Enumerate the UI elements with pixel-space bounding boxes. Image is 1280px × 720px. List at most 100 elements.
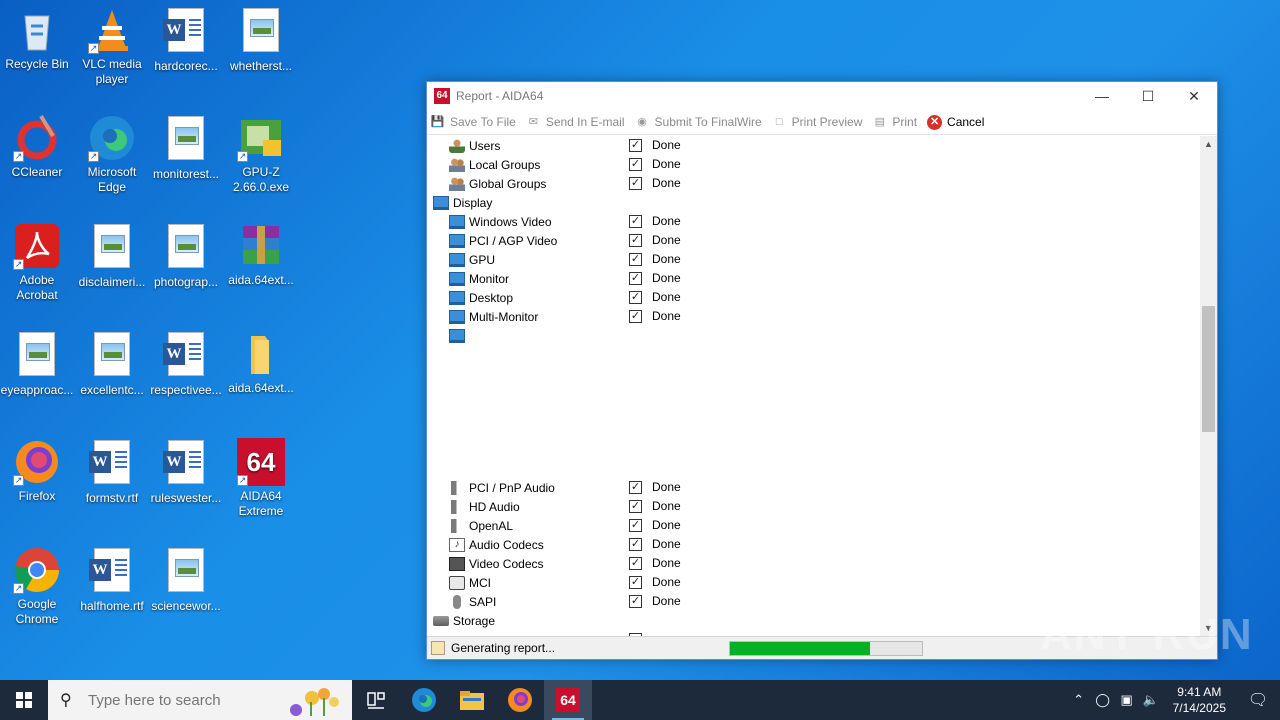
row-checkbox[interactable]: ✓: [629, 139, 642, 152]
report-row[interactable]: HD Audio ✓ Done: [427, 497, 1200, 516]
desktop-icon[interactable]: Recycle Bin: [0, 6, 74, 72]
scroll-thumb[interactable]: [1202, 306, 1215, 432]
report-row-label: SAPI: [469, 594, 497, 609]
row-checkbox[interactable]: ✓: [629, 557, 642, 570]
start-button[interactable]: [0, 680, 48, 720]
report-list: Users ✓ Done Local Groups ✓ Done Global Groups…: [427, 136, 1200, 637]
report-row[interactable]: Multi-Monitor ✓ Done: [427, 307, 1200, 326]
report-row[interactable]: Local Groups ✓ Done: [427, 155, 1200, 174]
row-checkbox[interactable]: ✓: [629, 538, 642, 551]
row-checkbox[interactable]: ✓: [629, 253, 642, 266]
monitor-icon: [449, 252, 465, 267]
chevron-up-icon[interactable]: ⌃: [1067, 692, 1091, 708]
desktop-icon[interactable]: ↗ Google Chrome: [0, 546, 74, 627]
report-row[interactable]: Windows Video ✓ Done: [427, 212, 1200, 231]
report-row-label: Windows Video: [469, 214, 552, 229]
report-row[interactable]: PCI / AGP Video ✓ Done: [427, 231, 1200, 250]
row-checkbox[interactable]: ✓: [629, 234, 642, 247]
desktop-icon[interactable]: ↗ Microsoft Edge: [75, 114, 149, 195]
row-checkbox[interactable]: ✓: [629, 500, 642, 513]
taskbar-firefox-button[interactable]: [496, 680, 544, 720]
desktop-icon[interactable]: aida.64ext...: [224, 330, 298, 396]
notification-center-icon[interactable]: 🗨: [1236, 680, 1280, 720]
taskbar-aida64-button[interactable]: 64: [544, 680, 592, 720]
minimize-button[interactable]: —: [1079, 82, 1125, 110]
desktop-icon[interactable]: sciencewor...: [149, 546, 223, 614]
vertical-scrollbar[interactable]: ▲ ▼: [1200, 136, 1217, 637]
desktop-icon[interactable]: Whalfhome.rtf: [75, 546, 149, 614]
desktop-icon[interactable]: excellentc...: [75, 330, 149, 398]
row-status: Done: [652, 157, 681, 171]
desktop-icon[interactable]: eyeapproac...: [0, 330, 74, 398]
window-title: Report - AIDA64: [456, 89, 544, 103]
clock[interactable]: 9:41 AM 7/14/2025: [1173, 684, 1226, 716]
scroll-up-icon[interactable]: ▲: [1200, 136, 1217, 153]
report-row[interactable]: Display: [427, 193, 1200, 212]
send-email-button[interactable]: ✉ Send In E-mail: [526, 115, 625, 130]
maximize-button[interactable]: ☐: [1125, 82, 1171, 110]
row-checkbox[interactable]: ✓: [629, 519, 642, 532]
taskbar-search-box[interactable]: ⚲: [48, 680, 352, 720]
desktop-icon[interactable]: Whardcorec...: [149, 6, 223, 74]
report-row[interactable]: Video Codecs ✓ Done: [427, 554, 1200, 573]
report-row[interactable]: Monitor ✓ Done: [427, 269, 1200, 288]
meet-now-icon[interactable]: ◯: [1091, 692, 1115, 708]
report-row[interactable]: PCI / PnP Audio ✓ Done: [427, 478, 1200, 497]
volume-icon[interactable]: 🔈: [1139, 692, 1163, 708]
row-checkbox[interactable]: ✓: [629, 158, 642, 171]
row-checkbox[interactable]: ✓: [629, 576, 642, 589]
desktop-icon[interactable]: ↗ CCleaner: [0, 114, 74, 180]
print-button[interactable]: ▤ Print: [872, 115, 917, 130]
search-input[interactable]: [88, 691, 268, 709]
desktop-icon[interactable]: ↗ VLC media player: [75, 6, 149, 87]
desktop-icon[interactable]: aida.64ext...: [224, 222, 298, 288]
desktop-icon[interactable]: Wruleswester...: [149, 438, 223, 506]
row-checkbox[interactable]: ✓: [629, 595, 642, 608]
report-row[interactable]: OpenAL ✓ Done: [427, 516, 1200, 535]
taskbar-file-explorer-button[interactable]: [448, 680, 496, 720]
desktop-icon[interactable]: disclaimeri...: [75, 222, 149, 290]
report-row[interactable]: MCI ✓ Done: [427, 573, 1200, 592]
desktop-icon[interactable]: ↗ GPU-Z 2.66.0.exe: [224, 114, 298, 195]
monitor-icon: [449, 328, 465, 343]
row-checkbox[interactable]: ✓: [629, 310, 642, 323]
report-row[interactable]: Users ✓ Done: [427, 136, 1200, 155]
row-checkbox[interactable]: ✓: [629, 481, 642, 494]
desktop-icon[interactable]: whetherst...: [224, 6, 298, 74]
print-preview-button[interactable]: □ Print Preview: [772, 115, 863, 130]
desktop-icon[interactable]: ↗ Firefox: [0, 438, 74, 504]
desktop-icon-label: ruleswester...: [150, 491, 222, 505]
desktop-icon[interactable]: Wrespectivee...: [149, 330, 223, 398]
save-to-file-button[interactable]: 💾 Save To File: [430, 115, 516, 130]
edge-icon: ↗: [88, 114, 136, 162]
close-button[interactable]: ✕: [1171, 82, 1217, 110]
desktop-icon-label: VLC media player: [82, 57, 142, 86]
desktop-icon[interactable]: Wformstv.rtf: [75, 438, 149, 506]
row-checkbox[interactable]: ✓: [629, 215, 642, 228]
network-icon[interactable]: ▣: [1115, 692, 1139, 708]
submit-finalwire-button[interactable]: ◉ Submit To FinalWire: [635, 115, 761, 130]
desktop-icon[interactable]: ↗ Adobe Acrobat: [0, 222, 74, 303]
taskbar-edge-button[interactable]: [400, 680, 448, 720]
desktop-icon[interactable]: monitorest...: [149, 114, 223, 182]
report-row[interactable]: [427, 326, 1200, 345]
row-checkbox[interactable]: ✓: [629, 272, 642, 285]
desktop-icon[interactable]: 64 ↗ AIDA64 Extreme: [224, 438, 298, 519]
row-status: Done: [652, 575, 681, 589]
report-row[interactable]: SAPI ✓ Done: [427, 592, 1200, 611]
report-row[interactable]: GPU ✓ Done: [427, 250, 1200, 269]
report-row[interactable]: Desktop ✓ Done: [427, 288, 1200, 307]
row-status: Done: [652, 290, 681, 304]
cancel-button[interactable]: ✕ Cancel: [927, 114, 984, 130]
desktop-icon-label: respectivee...: [150, 383, 222, 397]
floppy-disk-icon: 💾: [430, 115, 445, 128]
report-row[interactable]: ♪ Audio Codecs ✓ Done: [427, 535, 1200, 554]
task-view-button[interactable]: [352, 680, 400, 720]
desktop-icon-label: Firefox: [18, 489, 56, 503]
report-row[interactable]: Global Groups ✓ Done: [427, 174, 1200, 193]
row-checkbox[interactable]: ✓: [629, 177, 642, 190]
row-status: Done: [652, 176, 681, 190]
title-bar[interactable]: 64 Report - AIDA64 — ☐ ✕: [427, 82, 1217, 110]
row-checkbox[interactable]: ✓: [629, 291, 642, 304]
desktop-icon[interactable]: photograp...: [149, 222, 223, 290]
